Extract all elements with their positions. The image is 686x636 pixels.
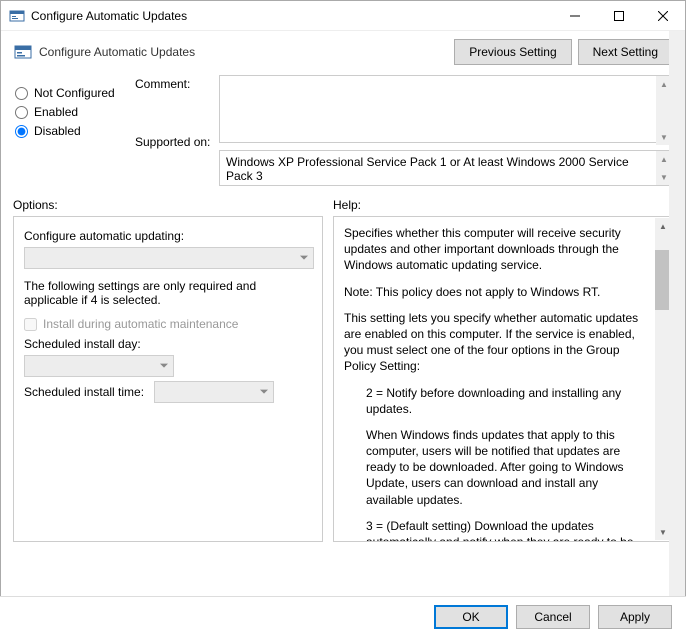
- next-setting-button[interactable]: Next Setting: [578, 39, 673, 65]
- install-maintenance-label: Install during automatic maintenance: [43, 317, 238, 331]
- apply-button[interactable]: Apply: [598, 605, 672, 629]
- radio-disabled-input[interactable]: [15, 125, 28, 138]
- titlebar: Configure Automatic Updates: [1, 1, 685, 31]
- comment-textarea[interactable]: [219, 75, 673, 143]
- cancel-button[interactable]: Cancel: [516, 605, 590, 629]
- help-text: Specifies whether this computer will rec…: [344, 225, 668, 542]
- help-paragraph: When Windows finds updates that apply to…: [344, 427, 648, 508]
- footer: OK Cancel Apply: [0, 596, 686, 636]
- help-paragraph: This setting lets you specify whether au…: [344, 310, 648, 375]
- field-values: ▲ ▼ Windows XP Professional Service Pack…: [219, 75, 673, 186]
- config-section: Not Configured Enabled Disabled Comment:…: [1, 71, 685, 190]
- install-time-label: Scheduled install time:: [24, 385, 144, 399]
- supported-label: Supported on:: [135, 135, 219, 149]
- supported-on-box: Windows XP Professional Service Pack 1 o…: [219, 150, 673, 186]
- install-maintenance-checkbox[interactable]: [24, 318, 37, 331]
- policy-icon: [13, 42, 33, 62]
- radio-disabled[interactable]: Disabled: [15, 124, 135, 138]
- field-labels: Comment: Supported on:: [135, 75, 219, 186]
- configure-updating-select[interactable]: [24, 247, 314, 269]
- options-note: The following settings are only required…: [24, 279, 312, 307]
- install-time-select[interactable]: [154, 381, 274, 403]
- help-paragraph: Specifies whether this computer will rec…: [344, 225, 648, 274]
- panels: Configure automatic updating: The follow…: [1, 216, 685, 542]
- section-labels: Options: Help:: [1, 190, 685, 216]
- configure-updating-label: Configure automatic updating:: [24, 229, 312, 243]
- window-title: Configure Automatic Updates: [31, 9, 553, 23]
- maximize-button[interactable]: [597, 1, 641, 31]
- install-day-select[interactable]: [24, 355, 174, 377]
- radio-label: Enabled: [34, 105, 78, 119]
- close-button[interactable]: [641, 1, 685, 31]
- options-heading: Options:: [13, 198, 333, 212]
- options-panel: Configure automatic updating: The follow…: [13, 216, 323, 542]
- ok-button[interactable]: OK: [434, 605, 508, 629]
- help-paragraph: 3 = (Default setting) Download the updat…: [344, 518, 648, 542]
- help-paragraph: 2 = Notify before downloading and instal…: [344, 385, 648, 417]
- help-heading: Help:: [333, 198, 361, 212]
- help-panel: Specifies whether this computer will rec…: [333, 216, 673, 542]
- header-title: Configure Automatic Updates: [39, 45, 448, 59]
- install-maintenance-checkbox-row[interactable]: Install during automatic maintenance: [24, 317, 312, 331]
- radio-label: Disabled: [34, 124, 81, 138]
- comment-label: Comment:: [135, 75, 219, 135]
- previous-setting-button[interactable]: Previous Setting: [454, 39, 571, 65]
- header: Configure Automatic Updates Previous Set…: [1, 31, 685, 71]
- state-radios: Not Configured Enabled Disabled: [15, 75, 135, 186]
- dialog-scrollbar[interactable]: [669, 31, 685, 596]
- radio-enabled[interactable]: Enabled: [15, 105, 135, 119]
- minimize-button[interactable]: [553, 1, 597, 31]
- help-paragraph: Note: This policy does not apply to Wind…: [344, 284, 648, 300]
- radio-enabled-input[interactable]: [15, 106, 28, 119]
- radio-label: Not Configured: [34, 86, 115, 100]
- install-day-label: Scheduled install day:: [24, 337, 312, 351]
- radio-not-configured-input[interactable]: [15, 87, 28, 100]
- radio-not-configured[interactable]: Not Configured: [15, 86, 135, 100]
- app-icon: [9, 8, 25, 24]
